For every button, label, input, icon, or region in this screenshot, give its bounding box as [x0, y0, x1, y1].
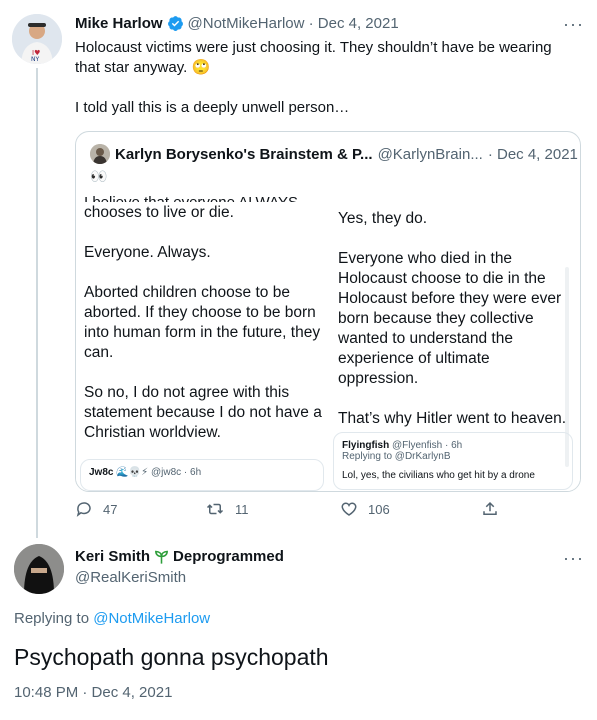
tweet1-header: Mike Harlow @NotMikeHarlow · Dec 4, 2021	[75, 15, 399, 32]
right-paragraph: Everyone who died in the Holocaust choos…	[338, 250, 562, 387]
screenshot-left-column: chooses to live or die. Everyone. Always…	[84, 203, 329, 463]
author-name[interactable]: Keri Smith	[75, 548, 150, 565]
left-paragraph: chooses to live or die.	[84, 204, 234, 221]
quoted-author-handle[interactable]: @KarlynBrain...	[378, 146, 483, 163]
embedded-author-name: Jw8c	[89, 467, 114, 478]
quoted-tweet-card[interactable]: Karlyn Borysenko's Brainstem & P... @Kar…	[75, 131, 581, 492]
tweet1-text: Holocaust victims were just choosing it.…	[75, 38, 585, 118]
left-paragraph: Aborted children choose to be aborted. I…	[84, 284, 321, 361]
reply-icon	[76, 502, 91, 517]
replying-to: Replying to @NotMikeHarlow	[14, 610, 210, 627]
left-paragraph: So no, I do not agree with this statemen…	[84, 384, 322, 441]
more-options-icon[interactable]: ···	[563, 14, 584, 35]
profile-badge-text: Deprogrammed	[173, 548, 284, 565]
embedded-emojis: 🌊💀⚡	[116, 467, 149, 478]
tweet-timestamp[interactable]: 10:48 PM · Dec 4, 2021	[14, 684, 172, 701]
quoted-author-name[interactable]: Karlyn Borysenko's Brainstem & P...	[115, 146, 373, 163]
avatar-image: I♥ NY	[12, 14, 62, 64]
quoted-date: · Dec 4, 2021	[487, 145, 578, 163]
svg-text:NY: NY	[31, 56, 39, 63]
replying-prefix: Replying to	[14, 610, 94, 627]
avatar-mike-harlow[interactable]: I♥ NY	[12, 14, 62, 64]
screenshot-right-column: Yes, they do. Everyone who died in the H…	[338, 209, 573, 449]
embedded-handle-time: @jw8c · 6h	[150, 467, 202, 478]
avatar-image	[14, 544, 64, 594]
verified-badge-icon	[167, 16, 183, 31]
cut-off-text: I believe that everyone ALWAYS	[84, 194, 298, 202]
quoted-author-avatar[interactable]	[90, 144, 110, 164]
more-options-icon[interactable]: ···	[563, 548, 584, 569]
thread-line	[36, 68, 38, 538]
sprout-icon	[155, 550, 168, 564]
tweet1-text-line: I told yall this is a deeply unwell pers…	[75, 99, 350, 116]
embedded-handle-time: @Flyenfish · 6h	[392, 440, 463, 451]
like-count: 106	[368, 501, 390, 517]
like-button[interactable]: 106	[340, 500, 390, 518]
left-paragraph: Everyone. Always.	[84, 244, 211, 261]
retweet-count: 11	[235, 501, 249, 517]
reply-count: 47	[103, 501, 118, 517]
reply-button[interactable]: 47	[75, 500, 117, 518]
tweet2-header: Keri Smith Deprogrammed	[75, 548, 284, 565]
avatar-keri-smith[interactable]	[14, 544, 64, 594]
tweet1-text-line: Holocaust victims were just choosing it.…	[75, 39, 552, 56]
share-icon	[483, 501, 497, 515]
embedded-text: Lol, yes, the civilians who get hit by a…	[342, 470, 535, 481]
quoted-avatar-image	[90, 144, 110, 164]
embedded-tweet-left: Jw8c 🌊💀⚡ @jw8c · 6h	[80, 459, 324, 491]
share-button[interactable]	[481, 500, 499, 518]
tweet1-action-bar: 47 11 106	[75, 500, 497, 522]
embedded-tweet-right: Flyingfish @Flyenfish · 6h Replying to @…	[333, 432, 573, 490]
quoted-screenshot-image[interactable]: I believe that everyone ALWAYS chooses t…	[76, 192, 580, 491]
retweet-button[interactable]: 11	[205, 500, 249, 518]
right-paragraph: Yes, they do.	[338, 210, 428, 227]
retweet-icon	[206, 503, 224, 515]
right-paragraph: That’s why Hitler went to heaven.	[338, 410, 567, 427]
author-handle[interactable]: @RealKeriSmith	[75, 569, 186, 586]
embedded-replying-to: Replying to @DrKarlynB	[342, 451, 451, 462]
tweet1-text-line: that star anyway. 🙄	[75, 59, 211, 76]
tweet2-text: Psychopath gonna psychopath	[14, 644, 329, 670]
heart-icon	[341, 502, 357, 516]
quoted-tweet-header: Karlyn Borysenko's Brainstem & P... @Kar…	[90, 144, 578, 164]
replying-handle-link[interactable]: @NotMikeHarlow	[93, 610, 210, 627]
author-handle-date[interactable]: @NotMikeHarlow · Dec 4, 2021	[188, 15, 399, 32]
embedded-author-name: Flyingfish	[342, 440, 390, 451]
quoted-tweet-text: 👀	[90, 168, 108, 184]
author-name[interactable]: Mike Harlow	[75, 15, 163, 32]
